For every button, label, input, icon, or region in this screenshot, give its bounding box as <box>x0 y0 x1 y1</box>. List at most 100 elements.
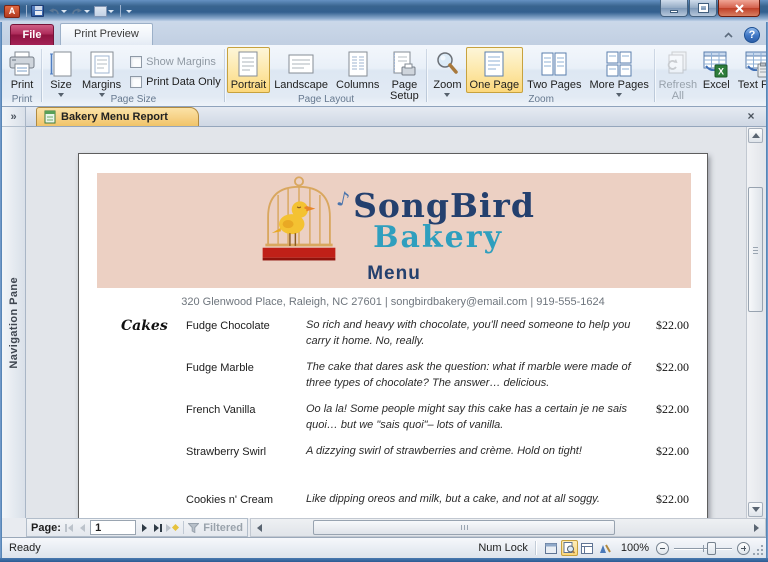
scroll-left-button[interactable] <box>252 520 267 535</box>
excel-export-button[interactable]: X Excel <box>699 47 734 93</box>
filter-toggle-button[interactable]: Filtered <box>188 522 243 534</box>
size-icon <box>50 50 72 78</box>
resize-grip[interactable] <box>761 553 763 555</box>
text-file-label: Text File <box>738 80 766 91</box>
zoom-slider[interactable] <box>674 542 732 555</box>
previous-page-button[interactable] <box>77 521 87 534</box>
qat-divider <box>120 5 121 17</box>
group-label-page-size: Page Size <box>42 94 225 105</box>
menu-row: Strawberry Swirl A dizzying swirl of str… <box>79 444 707 486</box>
zoom-slider-thumb[interactable] <box>707 542 716 555</box>
qat-customize-icon <box>126 10 132 13</box>
title-bar[interactable]: A <box>0 0 768 22</box>
text-file-icon <box>745 50 766 78</box>
close-icon <box>735 4 744 13</box>
scroll-down-button[interactable] <box>748 502 763 517</box>
more-pages-button[interactable]: More Pages <box>586 47 653 99</box>
report-view-button[interactable] <box>543 540 560 556</box>
tab-print-preview[interactable]: Print Preview <box>60 23 153 45</box>
vertical-scroll-thumb[interactable] <box>748 187 763 312</box>
undo-icon <box>48 6 60 16</box>
help-button[interactable]: ? <box>744 27 760 43</box>
size-button[interactable]: Size <box>44 47 78 99</box>
bottom-bar: Page: 1 Filtered <box>2 518 766 537</box>
landscape-button[interactable]: Landscape <box>270 47 332 93</box>
menu-section-label: Cakes <box>121 318 186 334</box>
redo-icon <box>71 6 83 16</box>
text-file-button[interactable]: Text File <box>734 47 766 93</box>
zoom-out-button[interactable] <box>656 542 669 555</box>
birdcage-logo-icon <box>253 175 345 275</box>
maximize-button[interactable] <box>689 0 717 17</box>
report-page[interactable]: ♪ SongBird Bakery Menu 320 Glenwood Plac… <box>78 153 708 518</box>
navigation-pane-strip: » Navigation Pane <box>2 107 26 518</box>
ribbon: Print Print Size <box>2 45 766 107</box>
undo-dropdown-icon <box>61 10 67 13</box>
next-page-button[interactable] <box>139 521 149 534</box>
margins-button[interactable]: Margins <box>78 47 125 99</box>
menu-item-desc: The cake that dares ask the question: wh… <box>306 360 636 392</box>
more-pages-icon <box>606 50 632 78</box>
zoom-button[interactable]: Zoom <box>429 47 465 99</box>
print-preview-canvas[interactable]: ♪ SongBird Bakery Menu 320 Glenwood Plac… <box>26 127 746 518</box>
size-label: Size <box>50 80 71 91</box>
qat-table-button[interactable] <box>94 6 114 17</box>
qat-customize-button[interactable] <box>125 10 132 13</box>
minus-icon <box>660 548 665 550</box>
layout-view-button[interactable] <box>579 540 596 556</box>
redo-button[interactable] <box>71 6 90 16</box>
menu-item-desc: Like dipping oreos and milk, but a cake,… <box>306 492 636 508</box>
layout-view-icon <box>581 543 593 554</box>
menu-item-price: $22.00 <box>636 444 689 459</box>
maximize-icon <box>699 4 708 12</box>
first-page-button[interactable] <box>64 521 74 534</box>
print-data-only-checkbox[interactable]: Print Data Only <box>130 76 221 88</box>
tab-bakery-menu-report[interactable]: Bakery Menu Report <box>36 107 199 126</box>
redo-dropdown-icon <box>84 10 90 13</box>
design-view-button[interactable] <box>597 540 614 556</box>
horizontal-scroll-thumb[interactable] <box>313 520 615 535</box>
help-icon: ? <box>749 29 756 41</box>
document-close-button[interactable]: × <box>744 109 758 123</box>
page-navigator: Page: 1 Filtered <box>26 518 248 537</box>
horizontal-scrollbar[interactable] <box>250 518 766 537</box>
access-window: A File <box>0 0 768 562</box>
menu-item-name: Fudge Chocolate <box>186 318 306 332</box>
page-number-input[interactable]: 1 <box>90 520 136 535</box>
refresh-all-icon <box>667 50 689 78</box>
scroll-right-button[interactable] <box>749 520 764 535</box>
scroll-up-button[interactable] <box>748 128 763 143</box>
portrait-button[interactable]: Portrait <box>227 47 270 93</box>
navigation-pane-expand-button[interactable]: » <box>2 107 25 127</box>
design-view-icon <box>599 543 611 554</box>
navigation-pane-header[interactable]: Navigation Pane <box>2 127 25 518</box>
minimize-button[interactable] <box>660 0 688 17</box>
one-page-button[interactable]: One Page <box>466 47 524 93</box>
vertical-scrollbar[interactable] <box>746 127 764 518</box>
zoom-in-button[interactable] <box>737 542 750 555</box>
ribbon-collapse-button[interactable] <box>719 28 737 43</box>
page-label: Page: <box>31 522 61 534</box>
new-page-button[interactable] <box>166 521 178 534</box>
access-app-icon[interactable]: A <box>4 5 20 18</box>
columns-button[interactable]: Columns <box>332 47 383 93</box>
print-preview-view-button[interactable] <box>561 540 578 556</box>
more-pages-label: More Pages <box>590 80 649 91</box>
ribbon-tab-row: File Print Preview <box>2 22 766 45</box>
chevron-double-right-icon: » <box>10 111 16 123</box>
two-pages-button[interactable]: Two Pages <box>523 47 585 93</box>
one-page-label: One Page <box>470 80 520 91</box>
close-button[interactable] <box>718 0 760 17</box>
menu-row: French Vanilla Oo la la! Some people mig… <box>79 402 707 444</box>
file-tab[interactable]: File <box>10 24 54 45</box>
save-button[interactable] <box>31 5 44 17</box>
zoom-control <box>656 542 750 555</box>
print-button[interactable]: Print <box>4 47 40 93</box>
undo-button[interactable] <box>48 6 67 16</box>
last-page-button[interactable] <box>152 521 162 534</box>
menu-item-name: Cookies n' Cream <box>186 492 306 506</box>
brand-text: ♪ SongBird Bakery <box>353 175 535 253</box>
minimize-icon <box>670 10 678 13</box>
show-margins-checkbox[interactable]: Show Margins <box>130 56 221 68</box>
menu-item-desc: Oo la la! Some people might say this cak… <box>306 402 636 434</box>
